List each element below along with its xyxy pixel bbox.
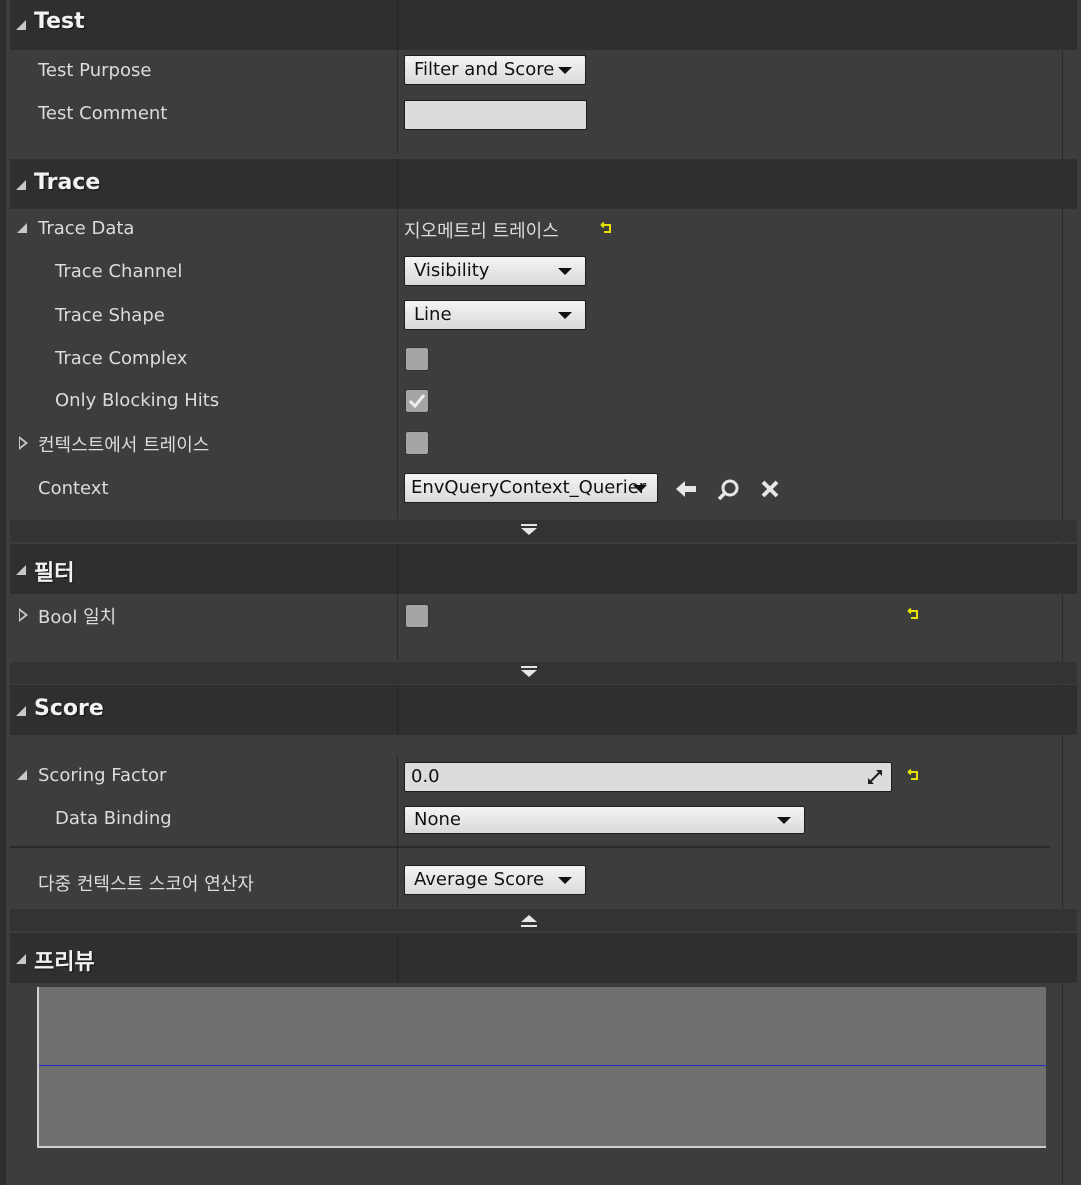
data-binding-label: Data Binding (55, 808, 172, 829)
close-icon[interactable] (760, 479, 780, 499)
collapsed-arrow-icon[interactable] (19, 608, 28, 622)
trace-channel-combo[interactable]: Visibility (404, 256, 586, 286)
context-value: EnvQueryContext_Querier (411, 477, 647, 498)
trace-channel-label: Trace Channel (55, 261, 183, 282)
section-header-trace[interactable]: Trace (10, 159, 1077, 209)
chevron-down-icon (558, 67, 572, 74)
group-divider (10, 846, 1050, 848)
chevron-down-icon (777, 817, 791, 824)
column-divider (397, 594, 398, 660)
column-divider (397, 544, 398, 594)
panel-left-edge (0, 0, 6, 1185)
chevron-down-icon (558, 268, 572, 275)
checkmark-icon (408, 394, 426, 409)
trace-complex-checkbox[interactable] (405, 347, 429, 371)
reset-to-default-icon[interactable] (907, 769, 921, 783)
section-title-filter: 필터 (34, 561, 75, 586)
section-title-preview: 프리뷰 (34, 950, 95, 975)
bool-match-checkbox[interactable] (405, 604, 429, 628)
expanded-arrow-icon (16, 565, 26, 575)
scoring-factor-value: 0.0 (411, 766, 440, 787)
test-comment-input[interactable] (404, 100, 587, 130)
search-icon[interactable] (716, 478, 740, 502)
trace-data-label: Trace Data (38, 218, 135, 239)
column-divider (397, 685, 398, 735)
expanded-arrow-icon (16, 20, 26, 30)
advanced-toggle-bar[interactable] (10, 909, 1077, 931)
context-class-combo[interactable]: EnvQueryContext_Querier (404, 473, 658, 503)
double-chevron-up-icon (521, 915, 537, 927)
advanced-toggle-bar[interactable] (10, 520, 1077, 542)
test-purpose-label: Test Purpose (38, 60, 152, 81)
column-divider (397, 0, 398, 50)
trace-shape-value: Line (414, 304, 452, 325)
section-header-preview[interactable]: 프리뷰 (10, 933, 1077, 983)
reset-to-default-icon[interactable] (600, 222, 614, 236)
only-blocking-hits-label: Only Blocking Hits (55, 390, 220, 411)
test-purpose-combo[interactable]: Filter and Score (404, 55, 586, 85)
column-divider (397, 159, 398, 209)
chevron-down-icon (558, 877, 572, 884)
data-binding-value: None (414, 809, 461, 830)
data-binding-combo[interactable]: None (404, 806, 805, 834)
arrow-left-icon[interactable] (675, 478, 697, 500)
multi-context-score-label: 다중 컨텍스트 스코어 연산자 (38, 874, 254, 895)
section-header-test[interactable]: Test (10, 0, 1077, 50)
expand-diagonal-icon[interactable] (867, 769, 883, 785)
scoring-factor-expanded-arrow-icon[interactable] (17, 770, 27, 780)
double-chevron-down-icon (521, 524, 537, 535)
reset-to-default-icon[interactable] (907, 608, 921, 622)
trace-from-context-label: 컨텍스트에서 트레이스 (38, 435, 210, 456)
trace-data-expanded-arrow-icon[interactable] (17, 223, 27, 233)
expanded-arrow-icon (16, 954, 26, 964)
section-title-test: Test (34, 9, 85, 34)
trace-from-context-checkbox[interactable] (405, 431, 429, 455)
multi-context-score-value: Average Score (414, 869, 545, 890)
bool-match-label: Bool 일치 (38, 607, 117, 628)
trace-complex-label: Trace Complex (55, 348, 188, 369)
scoring-factor-label: Scoring Factor (38, 765, 167, 786)
preview-curve-line (39, 1065, 1046, 1066)
scoring-factor-input[interactable]: 0.0 (404, 762, 892, 792)
column-divider (397, 50, 398, 154)
test-purpose-value: Filter and Score (414, 59, 555, 80)
column-divider (397, 755, 398, 907)
section-header-score[interactable]: Score (10, 685, 1077, 735)
multi-context-score-combo[interactable]: Average Score (404, 865, 586, 895)
trace-shape-combo[interactable]: Line (404, 300, 586, 330)
section-title-trace: Trace (34, 170, 101, 195)
column-divider (397, 209, 398, 518)
double-chevron-down-icon (521, 666, 537, 677)
trace-channel-value: Visibility (414, 260, 490, 281)
expanded-arrow-icon (16, 180, 26, 190)
column-divider (397, 933, 398, 983)
trace-shape-label: Trace Shape (55, 305, 165, 326)
chevron-down-icon (633, 485, 647, 492)
collapsed-arrow-icon[interactable] (19, 436, 28, 450)
expanded-arrow-icon (16, 706, 26, 716)
section-header-filter[interactable]: 필터 (10, 544, 1077, 594)
section-title-score: Score (34, 696, 104, 721)
test-comment-label: Test Comment (38, 103, 168, 124)
chevron-down-icon (558, 312, 572, 319)
only-blocking-hits-checkbox[interactable] (405, 389, 429, 413)
advanced-toggle-bar[interactable] (10, 662, 1077, 684)
preview-graph (37, 987, 1046, 1148)
trace-data-value: 지오메트리 트레이스 (404, 221, 559, 242)
context-label: Context (38, 478, 109, 499)
